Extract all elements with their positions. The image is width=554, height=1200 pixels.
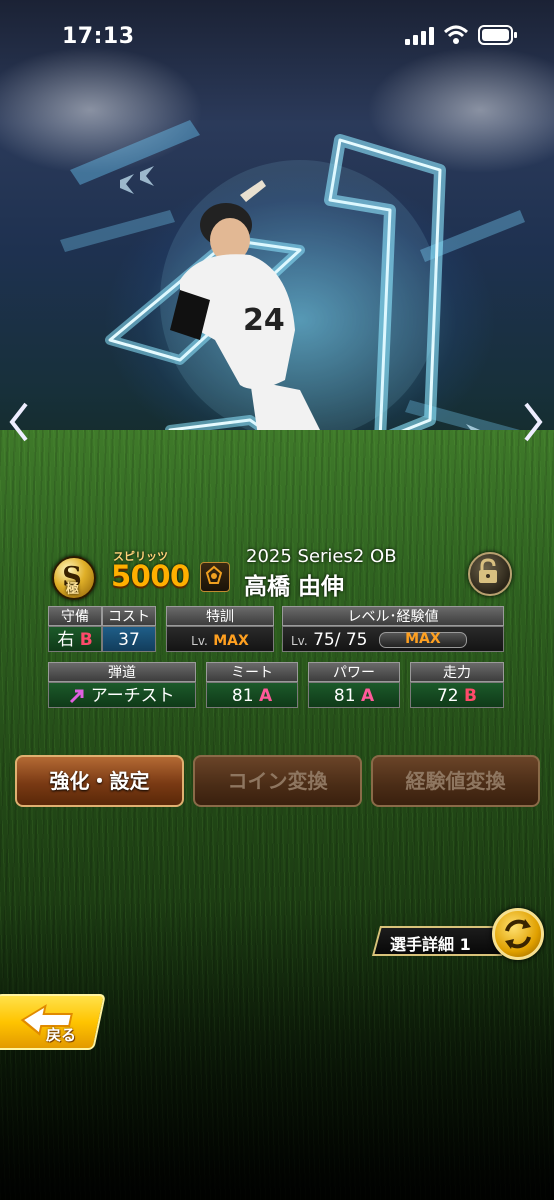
spirits-value: 5000: [111, 559, 190, 593]
training-header: 特訓: [166, 606, 274, 626]
cost-value: 37: [102, 626, 156, 652]
trajectory-value: アーチスト: [48, 682, 196, 708]
back-label: 戻る: [46, 1026, 77, 1044]
switch-icon: [505, 919, 531, 949]
lock-button[interactable]: [468, 552, 512, 596]
fielding-value: 右 B: [48, 626, 102, 652]
speed-panel: 走力 72 B: [410, 662, 504, 708]
meet-header: ミート: [206, 662, 298, 682]
power-grade: A: [360, 686, 375, 706]
svg-text:24: 24: [243, 303, 285, 338]
battery-icon: [478, 25, 517, 45]
switch-view-button[interactable]: [492, 908, 544, 960]
fielding-grade: B: [79, 630, 93, 650]
training-value: Lv. MAX: [166, 626, 274, 652]
player-detail-label: 選手詳細 1: [390, 935, 471, 954]
lock-icon: [479, 558, 497, 583]
signal-icon: [405, 27, 434, 45]
trajectory-panel: 弾道 アーチスト: [48, 662, 196, 708]
team-logo-icon: [200, 562, 230, 592]
prev-player-arrow[interactable]: [6, 400, 30, 454]
cost-header: コスト: [102, 606, 156, 626]
training-panel: 特訓 Lv. MAX: [166, 606, 274, 652]
coin-exchange-button[interactable]: コイン変換: [193, 755, 362, 807]
exp-bar: MAX: [378, 631, 467, 648]
upgrade-settings-button[interactable]: 強化・設定: [15, 755, 184, 807]
status-bar: 17:13: [0, 0, 554, 80]
next-player-arrow[interactable]: [522, 400, 546, 454]
player-name: 高橋 由伸: [244, 574, 345, 600]
card-series: 2025 Series2 OB: [246, 546, 397, 567]
status-time: 17:13: [62, 24, 135, 49]
meet-grade: A: [258, 686, 273, 706]
rank-sub-label: 極: [66, 582, 80, 597]
chevron-right-icon: [524, 402, 543, 442]
chevron-left-icon: [9, 402, 28, 442]
speed-value: 72 B: [410, 682, 504, 708]
level-header: レベル･経験値: [282, 606, 504, 626]
power-header: パワー: [308, 662, 400, 682]
level-value: Lv. 75/ 75 MAX: [282, 626, 504, 652]
speed-grade: B: [464, 686, 477, 706]
meet-panel: ミート 81 A: [206, 662, 298, 708]
power-panel: パワー 81 A: [308, 662, 400, 708]
exp-max-label: MAX: [405, 631, 441, 647]
trajectory-arrow-icon: [70, 689, 84, 704]
wifi-icon: [443, 25, 469, 44]
trajectory-header: 弾道: [48, 662, 196, 682]
fielding-header: 守備: [48, 606, 102, 626]
level-exp-panel: レベル･経験値 Lv. 75/ 75 MAX: [282, 606, 504, 652]
speed-header: 走力: [410, 662, 504, 682]
meet-value: 81 A: [206, 682, 298, 708]
exp-exchange-button[interactable]: 経験値変換: [371, 755, 540, 807]
fielding-cost-panel: 守備 コスト 右 B 37: [48, 606, 156, 652]
power-value: 81 A: [308, 682, 400, 708]
